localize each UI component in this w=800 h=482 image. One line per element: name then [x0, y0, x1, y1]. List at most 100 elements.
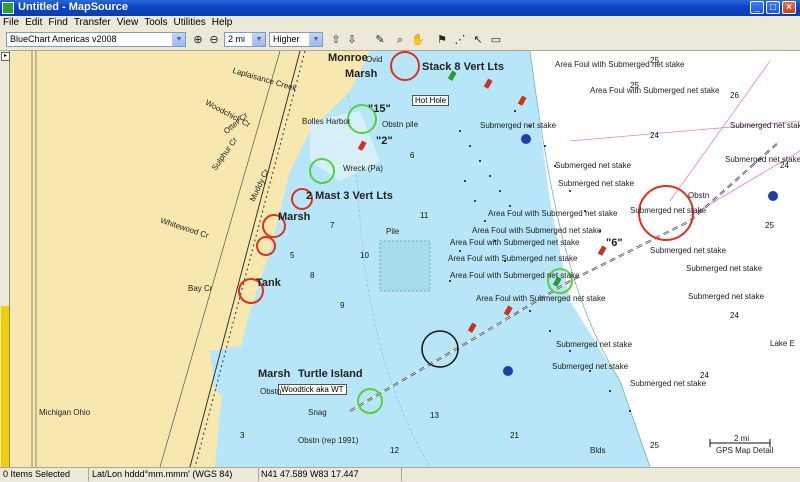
area-foul-label: Area Foul with Submerged net stake	[472, 226, 602, 235]
place-label: Ovid	[366, 55, 383, 64]
place-label: Monroe	[328, 52, 368, 64]
menu-edit[interactable]: Edit	[22, 16, 45, 29]
chevron-down-icon: ▼	[172, 33, 185, 46]
hand-tool-icon[interactable]: ✋	[410, 32, 426, 48]
place-label: Stack 8 Vert Lts	[422, 61, 504, 73]
menu-utilities[interactable]: Utilities	[171, 16, 209, 29]
depth-sounding: 26	[730, 91, 739, 100]
status-bar: 0 Items Selected Lat/Lon hddd°mm.mmm' (W…	[0, 467, 800, 482]
dredged-area	[379, 240, 431, 292]
place-label: Turtle Island	[298, 368, 363, 380]
area-foul-label: Area Foul with Submerged net stake	[488, 209, 618, 218]
info-marker-icon[interactable]	[503, 366, 513, 376]
zoom-select-value: 2 mi	[228, 34, 246, 44]
waypoint-label-hot-hole[interactable]: Hot Hole	[412, 95, 450, 106]
depth-sounding: 25	[630, 81, 639, 90]
depth-sounding: 10	[360, 251, 369, 260]
depth-sounding: 6	[410, 151, 415, 160]
depth-sounding: 25	[650, 56, 659, 65]
menu-view[interactable]: View	[114, 16, 142, 29]
status-position: N41 47.589 W83 17.447	[258, 468, 402, 481]
menu-tools[interactable]: Tools	[141, 16, 170, 29]
place-label: Obstn	[688, 191, 710, 200]
place-label: Obstn (rep 1991)	[298, 436, 359, 445]
waypoint-label-woodtick[interactable]: Woodtick aka WT	[278, 384, 347, 395]
area-foul-label: Area Foul with Submerged net stake	[476, 294, 606, 303]
title-bar: Untitled - MapSource _ □ ×	[0, 0, 800, 16]
zoom-out-icon[interactable]: ⊖	[206, 32, 222, 48]
chevron-down-icon: ▼	[309, 33, 322, 46]
submerged-label: Submerged net stake	[630, 206, 707, 215]
area-foul-label: Area Foul with Submerged net stake	[590, 86, 720, 95]
menu-transfer[interactable]: Transfer	[71, 16, 114, 29]
chevron-down-icon: ▼	[252, 33, 265, 46]
red-waypoint-circle[interactable]	[390, 51, 420, 81]
submerged-label: Submerged net stake	[686, 264, 763, 273]
depth-sounding: 25	[765, 221, 774, 230]
submerged-label: Submerged net stake	[558, 179, 635, 188]
menu-find[interactable]: Find	[45, 16, 70, 29]
submerged-label: Submerged net stake	[480, 121, 557, 130]
map-view[interactable]: Monroe Marsh Stack 8 Vert Lts Ovid Hot H…	[10, 51, 800, 467]
land-area	[10, 51, 370, 467]
depth-sounding: 24	[700, 371, 709, 380]
left-panel-strip: ▸	[0, 51, 10, 467]
area-foul-label: Area Foul with Submerged net stake	[448, 254, 578, 263]
green-waypoint-circle[interactable]	[357, 388, 383, 414]
depth-sounding: 11	[420, 211, 429, 220]
highlight-bar	[1, 306, 9, 467]
place-label: Blds	[590, 446, 606, 455]
detail-select[interactable]: Higher ▼	[269, 32, 323, 47]
zoom-in-icon[interactable]: ⊕	[190, 32, 206, 48]
status-selected: 0 Items Selected	[0, 468, 89, 481]
maximize-button[interactable]: □	[766, 1, 780, 14]
expand-panel-icon[interactable]: ▸	[1, 52, 10, 61]
place-label: Obstn pile	[382, 120, 419, 129]
toolbar: BlueChart Americas v2008 ▼ ⊕ ⊖ 2 mi ▼ Hi…	[0, 30, 800, 51]
info-marker-icon[interactable]	[768, 191, 778, 201]
zoom-tool-icon[interactable]: ⌕	[392, 32, 408, 48]
place-label: "6"	[606, 237, 623, 249]
window-title: Untitled - MapSource	[18, 1, 129, 13]
route-tool-icon[interactable]: ⋰	[452, 32, 468, 48]
menu-file[interactable]: File	[0, 16, 22, 29]
zoom-select[interactable]: 2 mi ▼	[224, 32, 266, 47]
measure-tool-icon[interactable]: ▭	[488, 32, 504, 48]
place-label: Marsh	[278, 211, 311, 223]
waypoint-tool-icon[interactable]: ⚑	[434, 32, 450, 48]
product-select-value: BlueChart Americas v2008	[10, 34, 117, 44]
place-label: Michigan Ohio	[39, 408, 91, 417]
black-waypoint-circle[interactable]	[421, 330, 459, 368]
place-label: Snag	[308, 408, 327, 417]
status-format: Lat/Lon hddd°mm.mmm' (WGS 84)	[89, 468, 259, 481]
submerged-label: Submerged net stake	[650, 246, 727, 255]
map-tool-icon[interactable]: ✎	[372, 32, 388, 48]
place-label: Bolles Harbor	[302, 117, 351, 126]
area-foul-label: Area Foul with Submerged net stake	[450, 238, 580, 247]
depth-sounding: 3	[240, 431, 245, 440]
minimize-button[interactable]: _	[750, 1, 764, 14]
scale-label: 2 mi	[734, 434, 750, 443]
red-buoy-icon	[517, 95, 527, 106]
submerged-label: Submerged net stake	[730, 121, 800, 130]
place-label: Pile	[386, 227, 400, 236]
selection-tool-icon[interactable]: ↖	[470, 32, 486, 48]
receive-from-device-icon[interactable]: ⇩	[344, 32, 360, 48]
submerged-label: Submerged net stake	[552, 362, 629, 371]
info-marker-icon[interactable]	[521, 134, 531, 144]
send-to-device-icon[interactable]: ⇧	[328, 32, 344, 48]
red-buoy-icon	[503, 305, 513, 316]
menu-help[interactable]: Help	[209, 16, 236, 29]
depth-sounding: 13	[430, 411, 439, 420]
depth-sounding: 8	[310, 271, 315, 280]
submerged-label: Submerged net stake	[556, 340, 633, 349]
product-select[interactable]: BlueChart Americas v2008 ▼	[6, 32, 186, 47]
depth-sounding: 24	[650, 131, 659, 140]
place-label: Marsh	[345, 68, 378, 80]
red-buoy-icon	[467, 322, 477, 333]
close-button[interactable]: ×	[782, 1, 796, 14]
submerged-label: Submerged net stake	[555, 161, 632, 170]
depth-sounding: 24	[780, 161, 789, 170]
place-label: Bay Cr	[188, 284, 213, 293]
place-label: 2 Mast 3 Vert Lts	[306, 190, 393, 202]
